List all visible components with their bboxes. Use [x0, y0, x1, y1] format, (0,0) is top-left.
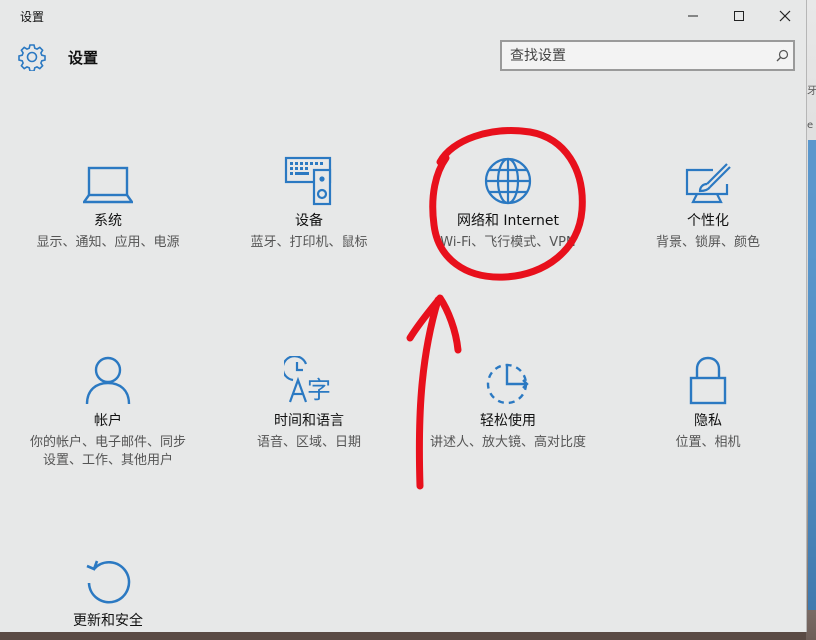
- gear-icon: [18, 44, 46, 71]
- update-icon: [86, 560, 131, 604]
- tile-description: Wi-Fi、飞行模式、VPN: [440, 235, 576, 250]
- tile-name: 帐户: [94, 413, 122, 429]
- devices-icon: [284, 156, 332, 206]
- close-button[interactable]: [762, 0, 806, 32]
- maximize-button[interactable]: [716, 0, 762, 32]
- desktop-window-edge: [808, 140, 816, 610]
- red-annotation: [406, 127, 586, 490]
- minimize-icon: [688, 15, 698, 17]
- tile-name: 更新和安全: [73, 613, 143, 629]
- page-title: 设置: [68, 49, 99, 67]
- maximize-icon: [734, 11, 744, 21]
- tile-description: 蓝牙、打印机、鼠标: [250, 235, 368, 250]
- annotation-arrow-head: [406, 294, 462, 354]
- search-icon[interactable]: [776, 49, 789, 62]
- tile-name: 隐私: [694, 413, 722, 429]
- tile-personalization[interactable]: 个性化 背景、锁屏、颜色: [623, 150, 793, 252]
- minimize-button[interactable]: [670, 0, 716, 32]
- tile-privacy[interactable]: 隐私 位置、相机: [623, 350, 793, 452]
- desktop-edge-text: 牙: [807, 86, 816, 97]
- lock-icon: [689, 356, 727, 405]
- tile-name: 时间和语言: [274, 413, 344, 429]
- tile-network[interactable]: 网络和 Internet Wi-Fi、飞行模式、VPN: [423, 150, 593, 252]
- tile-devices[interactable]: 设备 蓝牙、打印机、鼠标: [224, 150, 394, 252]
- ease-of-access-icon: [486, 363, 529, 405]
- tile-description: 语音、区域、日期: [256, 435, 361, 450]
- tile-description: 背景、锁屏、颜色: [655, 235, 760, 250]
- tile-system[interactable]: 系统 显示、通知、应用、电源: [23, 150, 193, 252]
- tile-description: 位置、相机: [675, 435, 741, 450]
- search-input[interactable]: [510, 46, 760, 66]
- tile-ease-of-access[interactable]: 轻松使用 讲述人、放大镜、高对比度: [423, 350, 593, 452]
- close-icon: [779, 10, 791, 22]
- tile-name: 网络和 Internet: [456, 213, 560, 229]
- monitor-icon: [83, 166, 133, 204]
- tile-description: 讲述人、放大镜、高对比度: [429, 435, 586, 450]
- desktop-edge-text: e: [807, 120, 814, 131]
- title-bar: 设置: [0, 0, 806, 32]
- tile-description: 你的帐户、电子邮件、同步设置、工作、其他用户: [29, 435, 186, 468]
- search-box[interactable]: [500, 40, 795, 71]
- tile-name: 个性化: [687, 213, 729, 229]
- svg-text:字: 字: [307, 376, 331, 404]
- tile-accounts[interactable]: 帐户 你的帐户、电子邮件、同步设置、工作、其他用户: [23, 350, 193, 470]
- tile-update-security[interactable]: 更新和安全: [23, 550, 193, 632]
- tile-description: 显示、通知、应用、电源: [36, 235, 180, 250]
- settings-window: 设置 设置 查找设置 系统 显示、通知、应用、电源 设备 蓝牙、打印机、鼠标 网…: [0, 0, 807, 632]
- tile-name: 系统: [94, 213, 122, 229]
- paint-icon: [685, 163, 731, 204]
- time-language-icon: 字: [284, 356, 331, 404]
- person-icon: [85, 356, 131, 405]
- tile-time-language[interactable]: 字 时间和语言 语音、区域、日期: [224, 350, 394, 452]
- tile-name: 设备: [295, 213, 323, 229]
- tile-name: 轻松使用: [480, 413, 536, 429]
- globe-icon: [484, 157, 532, 205]
- settings-header: 设置: [0, 32, 806, 82]
- window-title: 设置: [20, 10, 45, 24]
